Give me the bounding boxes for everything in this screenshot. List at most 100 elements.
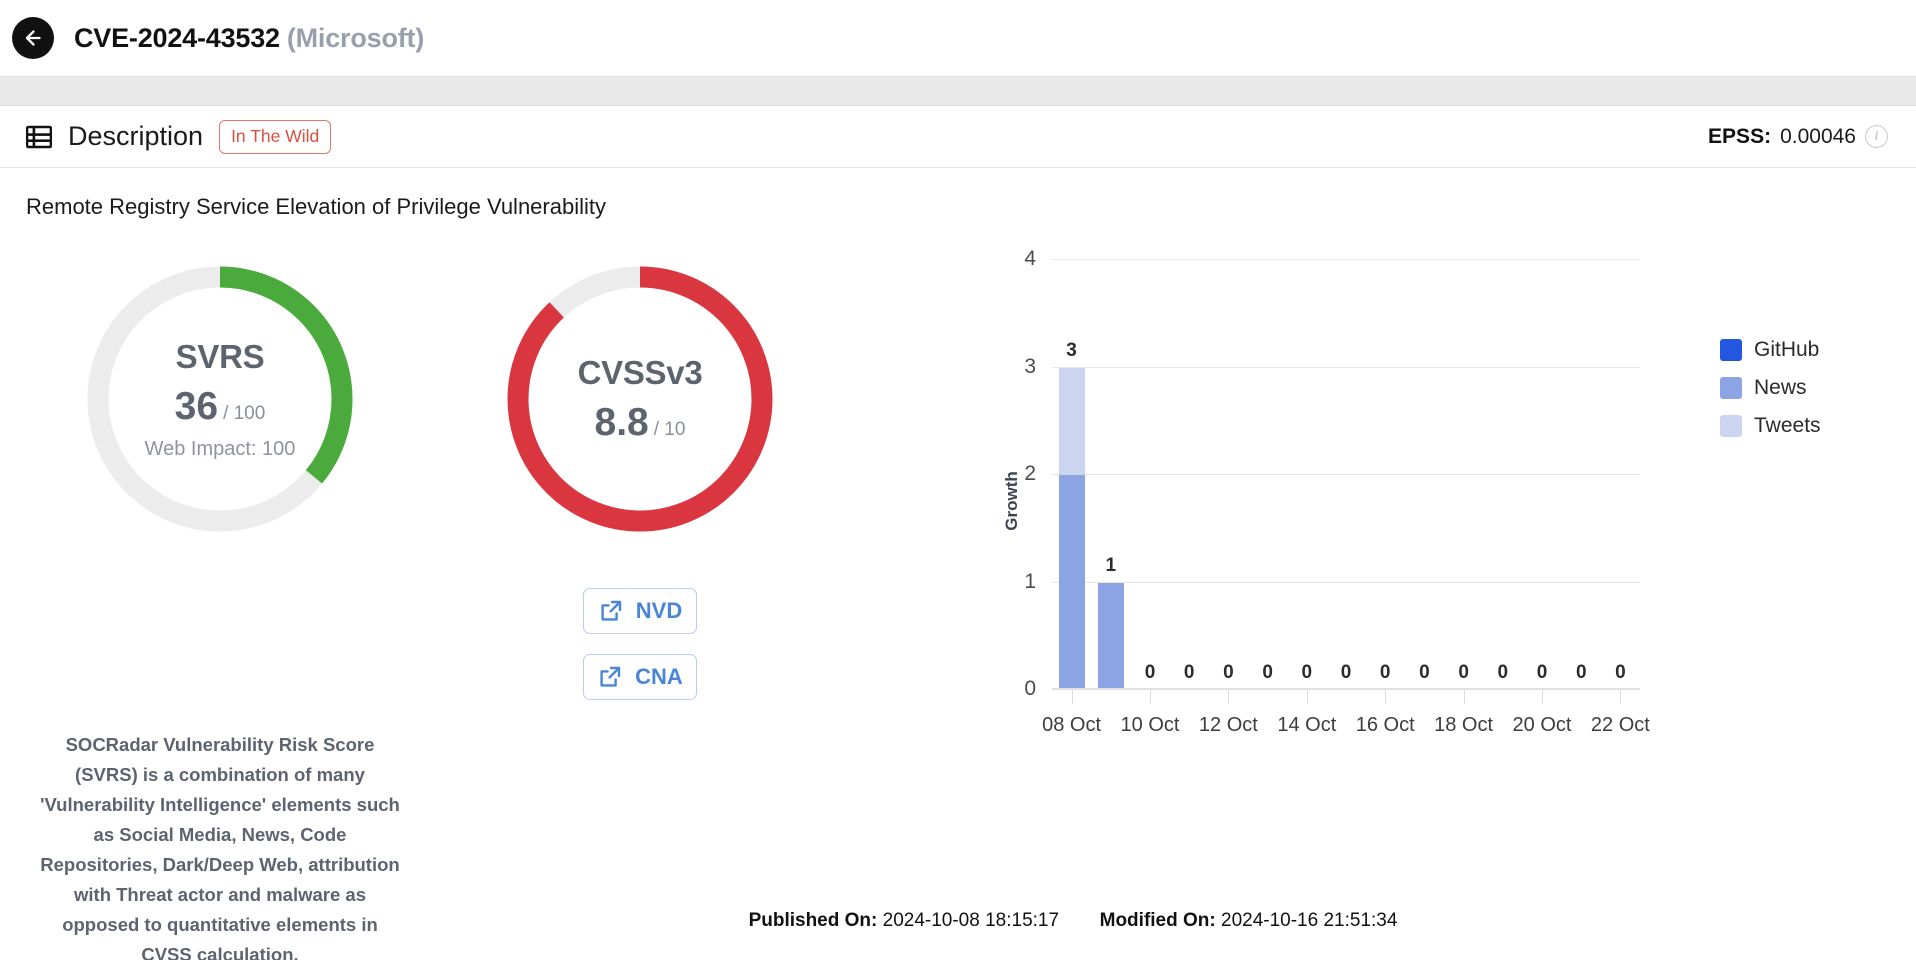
x-axis-tickmark [1071, 690, 1073, 704]
bar-slot[interactable]: 0 [1601, 260, 1640, 690]
legend-label: GitHub [1754, 338, 1820, 361]
reference-links: NVD CNA [583, 588, 697, 700]
description-bar: Description In The Wild EPSS: 0.00046 i [0, 106, 1916, 168]
arrow-left-icon [21, 26, 45, 50]
published-label: Published On: [748, 910, 878, 931]
legend-swatch [1720, 415, 1742, 437]
legend-item-news[interactable]: News [1720, 376, 1821, 400]
scores-column: SVRS 36 / 100 Web Impact: 100 CVSSv3 8.8… [0, 230, 980, 960]
bar-value-label: 0 [1497, 662, 1509, 683]
y-axis-tick-label: 3 [1024, 354, 1036, 378]
bar-slot[interactable]: 0 [1405, 260, 1444, 690]
y-axis-tick-label: 2 [1024, 462, 1036, 485]
x-axis-tick-label: 12 Oct [1198, 714, 1258, 736]
svrs-gauge: SVRS 36 / 100 Web Impact: 100 [69, 248, 371, 550]
epss-value: 0.00046 [1780, 124, 1856, 148]
nvd-link-button[interactable]: NVD [583, 588, 697, 634]
y-axis-tick-label: 1 [1024, 569, 1036, 593]
x-axis-tickmark [1620, 690, 1622, 704]
bar-value-label: 0 [1262, 662, 1273, 683]
cve-summary: Remote Registry Service Elevation of Pri… [26, 194, 606, 219]
chart-legend: GitHub News Tweets [1720, 338, 1821, 438]
bar-segment-news[interactable] [1058, 475, 1085, 690]
bar-slot[interactable]: 3 [1052, 260, 1091, 690]
x-axis-tick-label: 18 Oct [1434, 714, 1494, 736]
bar-value-label: 3 [1066, 339, 1077, 361]
nvd-link-label: NVD [635, 598, 683, 623]
x-axis-tickmark [1150, 690, 1151, 704]
date-footer: Published On: 2024-10-08 18:15:17 Modifi… [0, 910, 1916, 932]
header-separator [0, 76, 1916, 106]
bar-slot[interactable]: 0 [1248, 260, 1287, 690]
bar-slot[interactable]: 0 [1326, 260, 1365, 690]
bar-value-label: 0 [1615, 662, 1626, 683]
page-title: CVE-2024-43532 (Microsoft) [74, 23, 424, 54]
bar-value-label: 1 [1105, 554, 1117, 576]
back-button[interactable] [12, 17, 54, 59]
epss-label: EPSS: [1708, 124, 1772, 148]
x-axis-tickmark [1542, 690, 1543, 704]
external-link-icon [597, 664, 623, 690]
bar-slot[interactable]: 0 [1287, 260, 1326, 690]
bar-slot[interactable]: 0 [1522, 260, 1561, 690]
cve-vendor: (Microsoft) [286, 22, 425, 53]
bar-slot[interactable]: 0 [1130, 260, 1169, 690]
description-bar-left: Description In The Wild [26, 119, 332, 154]
cna-link-label: CNA [635, 664, 683, 689]
page-header: CVE-2024-43532 (Microsoft) [0, 0, 1916, 76]
x-axis-tick-label: 08 Oct [1042, 714, 1102, 736]
bar-value-label: 0 [1536, 662, 1548, 683]
bar-value-label: 0 [1183, 662, 1195, 683]
legend-label: Tweets [1754, 414, 1821, 437]
bar-slot[interactable]: 0 [1366, 260, 1405, 690]
y-axis-tick-label: 4 [1024, 247, 1036, 270]
svrs-gauge-block: SVRS 36 / 100 Web Impact: 100 [40, 248, 400, 700]
info-icon[interactable]: i [1865, 125, 1888, 148]
bar-slot[interactable]: 0 [1562, 260, 1601, 690]
x-axis-tick-label: 10 Oct [1120, 714, 1180, 736]
growth-chart: Growth 0 1 2 3 4 3 1 0 0 0 0 0 0 0 0 0 0 0 0 0 08 Oct 10 Oc… [980, 230, 1916, 960]
x-axis-tick-label: 22 Oct [1590, 714, 1650, 736]
x-axis-tick-label: 20 Oct [1512, 714, 1572, 736]
cvss-gauge: CVSSv3 8.8 / 10 [489, 248, 791, 550]
plot-region: 0 1 2 3 4 3 1 0 0 0 0 0 0 0 0 0 0 0 0 0 [1024, 247, 1640, 700]
bar-slot[interactable]: 0 [1483, 260, 1522, 690]
bar-value-label: 0 [1144, 662, 1156, 683]
y-axis-title: Growth [1001, 471, 1021, 531]
status-badge-in-the-wild[interactable]: In The Wild [219, 119, 332, 154]
bar-value-label: 0 [1301, 662, 1313, 683]
list-icon [26, 125, 52, 149]
published-value: 2024-10-08 18:15:17 [882, 910, 1060, 931]
x-axis-tick-label: 14 Oct [1277, 714, 1337, 736]
bar-value-label: 0 [1340, 662, 1352, 683]
bar-series: 3 1 0 0 0 0 0 0 0 0 0 0 0 0 0 [1052, 260, 1640, 690]
gauges-row: SVRS 36 / 100 Web Impact: 100 CVSSv3 8.8… [0, 230, 980, 700]
bar-slot[interactable]: 0 [1170, 260, 1209, 690]
modified-value: 2024-10-16 21:51:34 [1221, 910, 1398, 931]
bar-value-label: 0 [1379, 662, 1391, 683]
x-axis-tick-label: 16 Oct [1355, 714, 1415, 736]
x-axis-tickmarks [1052, 690, 1640, 704]
bar-segment-tweets[interactable] [1058, 367, 1085, 475]
legend-item-tweets[interactable]: Tweets [1720, 414, 1821, 438]
bar-value-label: 0 [1223, 662, 1234, 683]
legend-swatch [1720, 377, 1742, 399]
bar-segment-news[interactable] [1097, 582, 1124, 690]
cna-link-button[interactable]: CNA [583, 654, 697, 700]
bar-slot[interactable]: 0 [1209, 260, 1248, 690]
bar-slot[interactable]: 0 [1444, 260, 1483, 690]
cve-id: CVE-2024-43532 [74, 22, 280, 53]
main-content: SVRS 36 / 100 Web Impact: 100 CVSSv3 8.8… [0, 220, 1916, 960]
external-link-icon [598, 598, 624, 624]
description-label: Description [68, 121, 204, 151]
y-axis-tick-label: 0 [1024, 677, 1036, 700]
legend-item-github[interactable]: GitHub [1720, 338, 1821, 362]
legend-label: News [1754, 376, 1807, 399]
chart-area: Growth 0 1 2 3 4 3 1 0 0 0 0 0 0 0 0 0 0 0 0 0 08 Oct 10 Oc… [1000, 236, 1700, 796]
modified-label: Modified On: [1099, 910, 1216, 931]
cvss-gauge-block: CVSSv3 8.8 / 10 NVD CNA [460, 248, 820, 700]
bar-value-label: 0 [1458, 662, 1469, 683]
bar-slot[interactable]: 1 [1091, 260, 1130, 690]
bar-value-label: 0 [1419, 662, 1430, 683]
x-axis-tickmark [1463, 690, 1465, 704]
